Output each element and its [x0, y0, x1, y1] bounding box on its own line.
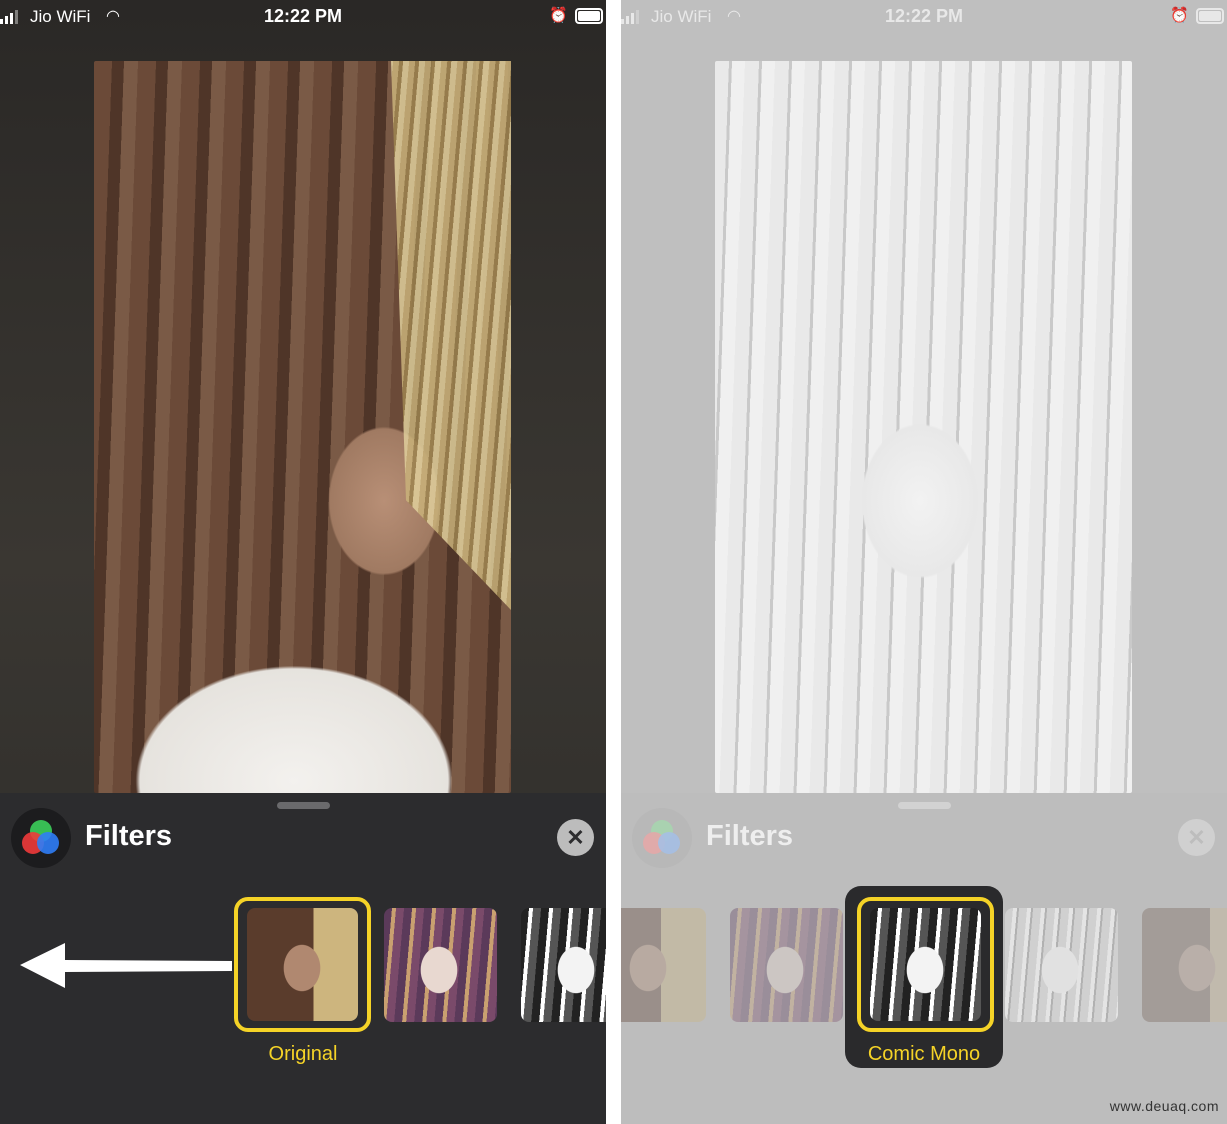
filter-label: Original [268, 1043, 338, 1065]
clock: 12:22 PM [263, 6, 343, 26]
status-bar: Jio WiFi ◠ 12:22 PM ⏰ [621, 0, 1227, 34]
filter-thumbnail[interactable] [621, 908, 706, 1022]
alarm-icon: ⏰ [549, 7, 568, 24]
camera-preview [94, 61, 511, 793]
sheet-title: Filters [706, 820, 794, 852]
filter-thumbnail[interactable] [1005, 908, 1118, 1022]
filter-thumbnail[interactable] [730, 908, 843, 1022]
filter-thumbnail[interactable] [521, 908, 606, 1022]
close-button[interactable]: ✕ [1178, 819, 1215, 856]
swipe-left-arrow-icon [20, 943, 232, 988]
sheet-grabber[interactable] [898, 802, 951, 809]
close-icon: ✕ [1187, 825, 1206, 850]
filter-thumbnail[interactable] [1142, 908, 1227, 1022]
filters-icon [11, 808, 71, 868]
filter-thumbnail[interactable] [384, 908, 497, 1022]
filters-icon [632, 808, 692, 868]
filter-original-selected[interactable] [234, 897, 371, 1032]
alarm-icon: ⏰ [1170, 7, 1189, 24]
close-button[interactable]: ✕ [557, 819, 594, 856]
filters-sheet: Filters ✕ Comic Mono [621, 793, 1227, 1124]
status-bar: Jio WiFi ◠ 12:22 PM ⏰ [0, 0, 606, 34]
battery-icon [1196, 8, 1224, 24]
close-icon: ✕ [566, 825, 585, 850]
filters-sheet: Filters ✕ Original [0, 793, 606, 1124]
sheet-grabber[interactable] [277, 802, 330, 809]
filter-label: Comic Mono [867, 1043, 981, 1065]
screen-comic-mono: Jio WiFi ◠ 12:22 PM ⏰ Filters ✕ Comic Mo… [621, 0, 1227, 1124]
screen-original: Jio WiFi ◠ 12:22 PM ⏰ Filters ✕ Original [0, 0, 606, 1124]
clock: 12:22 PM [884, 6, 964, 26]
battery-icon [575, 8, 603, 24]
filter-thumbnail [247, 908, 358, 1021]
filter-comic-mono-selected[interactable] [857, 897, 994, 1032]
watermark: www.deuaq.com [1109, 1098, 1219, 1114]
filter-thumbnail [870, 908, 981, 1021]
camera-preview [715, 61, 1132, 793]
sheet-title: Filters [85, 820, 173, 852]
